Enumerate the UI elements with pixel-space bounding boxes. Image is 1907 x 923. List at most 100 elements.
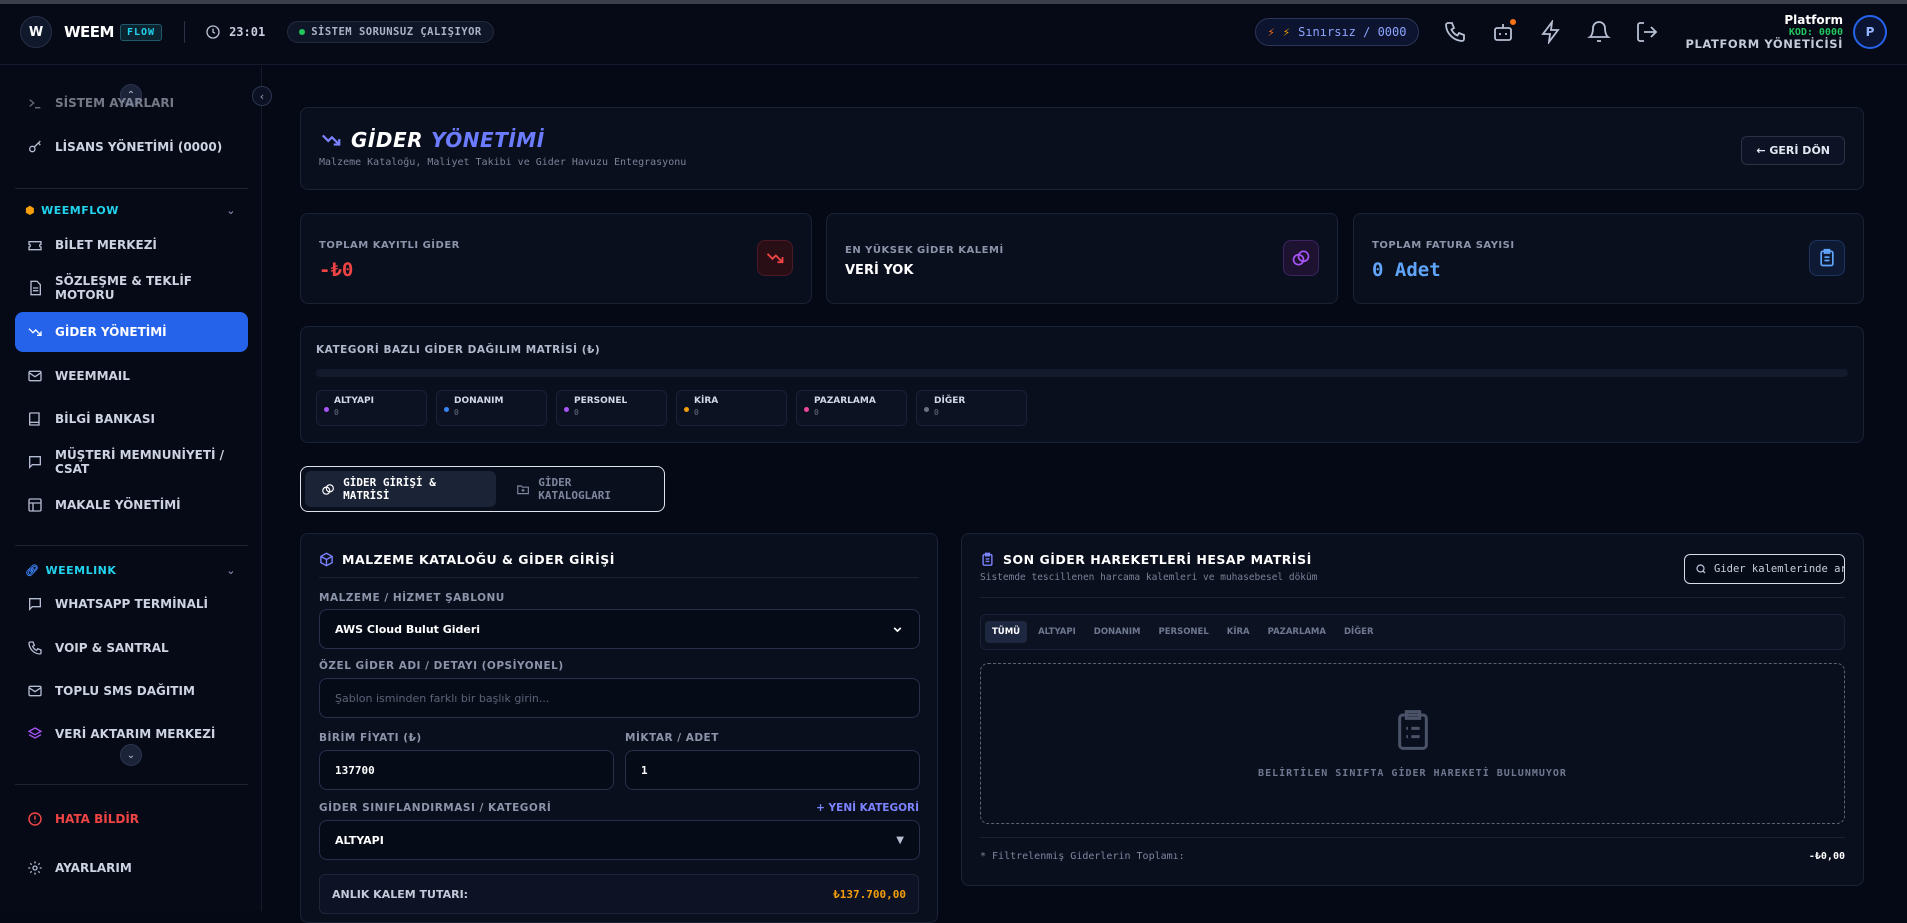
sidebar-item-sms[interactable]: TOPLU SMS DAĞITIM bbox=[15, 671, 248, 711]
sidebar: ‹ ⌃ SİSTEM AYARLARI LİSANS YÖNETİMİ (000… bbox=[0, 66, 272, 911]
filter-chip-altyapi[interactable]: ALTYAPI bbox=[1031, 621, 1083, 643]
page-subtitle: Malzeme Kataloğu, Maliyet Takibi ve Gide… bbox=[319, 157, 687, 168]
category-select[interactable]: ALTYAPI ▼ bbox=[319, 820, 920, 860]
sidebar-item-knowledge-base[interactable]: BİLGİ BANKASI bbox=[15, 399, 248, 439]
clock-icon bbox=[206, 25, 220, 39]
sidebar-collapse-button[interactable]: ‹ bbox=[252, 86, 272, 106]
new-category-button[interactable]: + YENİ KATEGORİ bbox=[816, 802, 919, 814]
trending-down-icon bbox=[757, 240, 793, 276]
panel-title-text: MALZEME KATALOĞU & GİDER GİRİŞİ bbox=[342, 552, 615, 567]
template-label: MALZEME / HİZMET ŞABLONU bbox=[319, 592, 505, 604]
stat-label: EN YÜKSEK GİDER KALEMİ bbox=[845, 245, 1004, 256]
unit-price-value: 137700 bbox=[335, 763, 375, 777]
logo[interactable]: W bbox=[20, 16, 52, 48]
sidebar-item-articles[interactable]: MAKALE YÖNETİMİ bbox=[15, 485, 248, 525]
sidebar-item-label: AYARLARIM bbox=[55, 861, 132, 875]
expense-entry-panel: MALZEME KATALOĞU & GİDER GİRİŞİ MALZEME … bbox=[300, 533, 938, 923]
sidebar-item-system-settings[interactable]: SİSTEM AYARLARI bbox=[15, 83, 248, 123]
sidebar-item-label: BİLGİ BANKASI bbox=[55, 412, 155, 426]
sidebar-item-label: LİSANS YÖNETİMİ (0000) bbox=[55, 140, 223, 154]
mail-icon bbox=[28, 370, 42, 382]
user-info[interactable]: Platform KOD: 0000 PLATFORM YÖNETİCİSİ bbox=[1685, 13, 1843, 51]
credit-pill[interactable]: ⚡ ⚡ Sınırsız / 0000 bbox=[1254, 18, 1420, 47]
sidebar-item-settings[interactable]: AYARLARIM bbox=[15, 848, 248, 888]
empty-state: BELİRTİLEN SINIFTA GİDER HAREKETİ BULUNM… bbox=[980, 663, 1845, 824]
top-bar: W WEEM FLOW 23:01 SİSTEM SORUNSUZ ÇALIŞI… bbox=[0, 0, 1907, 65]
section-label: WEEMLINK bbox=[45, 563, 117, 577]
category-dot bbox=[684, 407, 689, 412]
phone-icon[interactable] bbox=[1443, 20, 1467, 44]
sidebar-item-contracts[interactable]: SÖZLEŞME & TEKLİF MOTORU bbox=[15, 268, 248, 308]
matrix-cell-kira: KİRA 0 bbox=[676, 390, 787, 426]
tab-expense-catalogs[interactable]: GİDER KATALOGLARI bbox=[500, 471, 660, 507]
avatar[interactable]: P bbox=[1853, 15, 1887, 50]
tab-expense-entry[interactable]: GİDER GİRİŞİ & MATRİSİ bbox=[305, 471, 497, 507]
panel-title-text: SON GİDER HAREKETLERİ HESAP MATRİSİ bbox=[1003, 552, 1312, 567]
sidebar-item-label: WEEMMAIL bbox=[55, 369, 130, 383]
sidebar-item-label: BİLET MERKEZİ bbox=[55, 238, 157, 252]
caret-down-icon: ▼ bbox=[896, 834, 904, 846]
chevron-down-icon: ⌄ bbox=[226, 203, 236, 217]
quantity-input[interactable]: 1 bbox=[625, 750, 920, 790]
category-value: ALTYAPI bbox=[335, 833, 384, 847]
clipboard-icon bbox=[1809, 240, 1845, 276]
matrix-cell-altyapi: ALTYAPI 0 bbox=[316, 390, 427, 426]
sidebar-item-csat[interactable]: MÜŞTERİ MEMNUNİYETİ / CSAT bbox=[15, 442, 248, 482]
category-name: ALTYAPI bbox=[334, 396, 374, 406]
empty-state-text: BELİRTİLEN SINIFTA GİDER HAREKETİ BULUNM… bbox=[1258, 768, 1567, 779]
template-select[interactable]: AWS Cloud Bulut Gideri bbox=[319, 609, 920, 649]
quantity-value: 1 bbox=[641, 763, 648, 777]
category-name: PAZARLAMA bbox=[814, 396, 876, 406]
category-dot bbox=[564, 407, 569, 412]
lightning-icon: ⚡ bbox=[1282, 25, 1291, 40]
system-status-badge: SİSTEM SORUNSUZ ÇALIŞIYOR bbox=[287, 21, 494, 43]
trending-down-icon bbox=[28, 328, 42, 336]
custom-name-input[interactable]: Şablon isminden farklı bir başlık girin.… bbox=[319, 678, 920, 718]
report-bug-button[interactable]: HATA BİLDİR bbox=[15, 799, 248, 839]
sidebar-item-license[interactable]: LİSANS YÖNETİMİ (0000) bbox=[15, 127, 248, 167]
zap-icon[interactable] bbox=[1539, 20, 1563, 45]
search-icon bbox=[1696, 564, 1706, 574]
bot-icon[interactable] bbox=[1491, 19, 1517, 44]
sidebar-item-whatsapp[interactable]: WHATSAPP TERMİNALİ bbox=[15, 584, 248, 624]
sidebar-item-voip[interactable]: VOIP & SANTRAL bbox=[15, 628, 248, 668]
filter-chip-donanim[interactable]: DONANIM bbox=[1087, 621, 1148, 643]
filter-chip-personel[interactable]: PERSONEL bbox=[1151, 621, 1215, 643]
panel-title: SON GİDER HAREKETLERİ HESAP MATRİSİ bbox=[980, 552, 1312, 567]
coins-icon bbox=[322, 483, 334, 495]
alert-icon bbox=[28, 812, 42, 826]
sidebar-item-label: SİSTEM AYARLARI bbox=[55, 96, 175, 110]
sidebar-item-tickets[interactable]: BİLET MERKEZİ bbox=[15, 225, 248, 265]
page-title-part2: YÖNETİMİ bbox=[431, 128, 545, 152]
category-name: DONANIM bbox=[454, 396, 504, 406]
brand-tag: FLOW bbox=[119, 23, 163, 41]
stat-label: TOPLAM FATURA SAYISI bbox=[1372, 240, 1515, 251]
coins-icon bbox=[1283, 240, 1319, 276]
category-label: GİDER SINIFLANDIRMASI / KATEGORİ bbox=[319, 802, 552, 814]
scroll-down-button[interactable]: ⌄ bbox=[120, 744, 142, 766]
back-button[interactable]: ← GERİ DÖN bbox=[1741, 136, 1845, 165]
ledger-search-input[interactable]: Gider kalemlerinde ara... bbox=[1684, 554, 1845, 584]
tab-label: GİDER GİRİŞİ & MATRİSİ bbox=[343, 476, 436, 502]
status-dot bbox=[299, 29, 306, 35]
matrix-distribution-bar bbox=[316, 369, 1848, 377]
filter-chip-diger[interactable]: DİĞER bbox=[1337, 621, 1381, 643]
bell-icon[interactable] bbox=[1587, 20, 1612, 44]
filter-chip-pazarlama[interactable]: PAZARLAMA bbox=[1261, 621, 1333, 643]
section-weemflow[interactable]: ⬢ WEEMFLOW ⌄ bbox=[15, 200, 248, 220]
user-name: Platform bbox=[1784, 13, 1843, 27]
filter-chip-kira[interactable]: KİRA bbox=[1220, 621, 1257, 643]
sidebar-item-label: VOIP & SANTRAL bbox=[55, 641, 169, 655]
category-dot bbox=[924, 407, 929, 412]
sidebar-item-expenses[interactable]: GİDER YÖNETİMİ bbox=[15, 312, 248, 352]
category-value: 0 bbox=[694, 408, 699, 417]
matrix-title: KATEGORİ BAZLI GİDER DAĞILIM MATRİSİ (₺) bbox=[316, 344, 601, 356]
sidebar-item-weemmail[interactable]: WEEMMAIL bbox=[15, 356, 248, 396]
logout-icon[interactable] bbox=[1635, 20, 1659, 44]
unit-price-input[interactable]: 137700 bbox=[319, 750, 614, 790]
gear-icon bbox=[28, 861, 42, 875]
sidebar-item-label: GİDER YÖNETİMİ bbox=[55, 325, 167, 339]
key-icon bbox=[29, 140, 41, 153]
filter-chip-all[interactable]: TÜMÜ bbox=[985, 621, 1028, 643]
section-weemlink[interactable]: 🔗︎ WEEMLINK ⌄ bbox=[15, 560, 248, 580]
